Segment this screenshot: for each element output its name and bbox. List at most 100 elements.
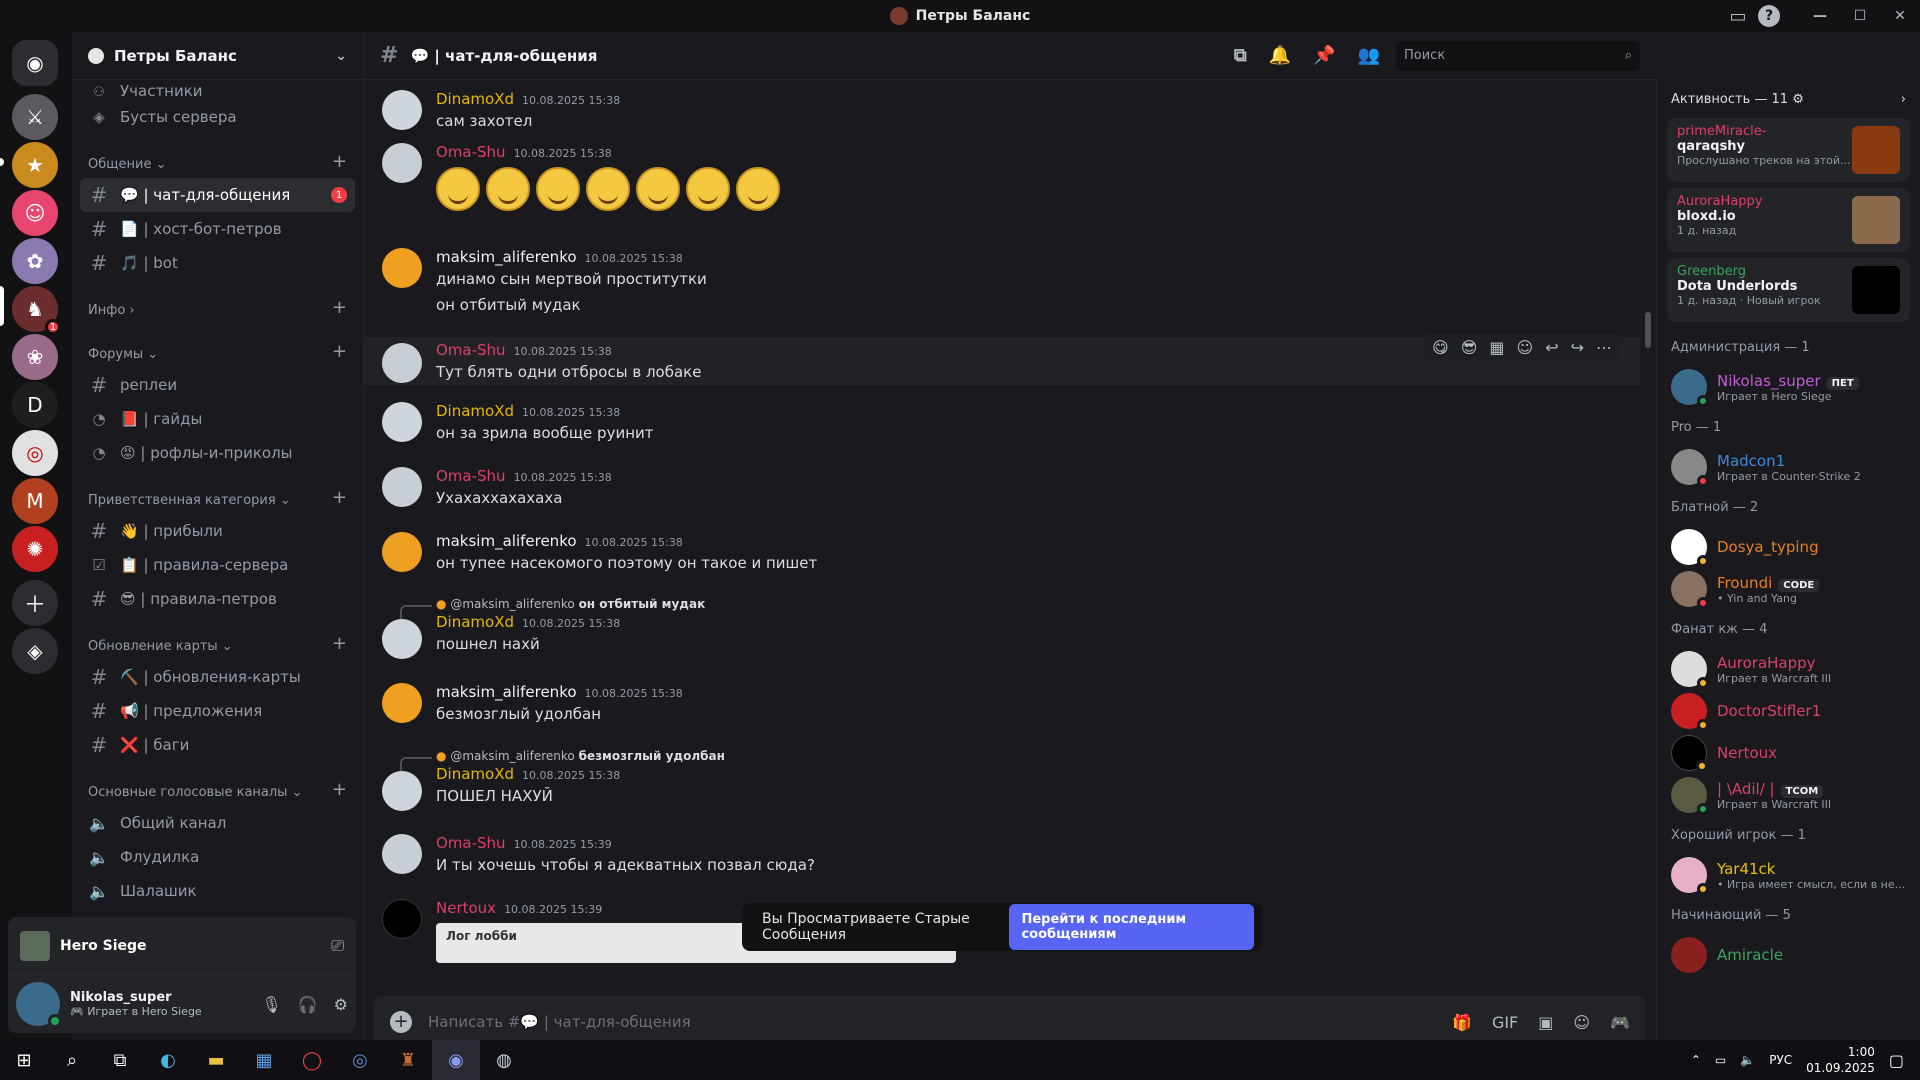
inbox-icon[interactable]: ▭	[1718, 6, 1758, 27]
avatar[interactable]	[382, 90, 422, 130]
voice-channel-general[interactable]: 🔈 Общий канал	[80, 806, 355, 840]
message-reply[interactable]: ● @maksim_aliferenko он отбитый мудак Di…	[364, 597, 1640, 659]
avatar[interactable]	[382, 619, 422, 659]
category-header[interactable]: Форумы ⌄ +	[80, 334, 355, 368]
reply-preview[interactable]: ● @maksim_aliferenko он отбитый мудак	[400, 597, 1640, 621]
steam-icon[interactable]: ◎	[336, 1040, 384, 1080]
add-channel-icon[interactable]: +	[332, 779, 347, 800]
message[interactable]: Oma-Shu 10.08.2025 15:38	[364, 143, 1640, 215]
discord-taskbar-icon[interactable]: ◉	[432, 1040, 480, 1080]
chevron-up-icon[interactable]: ⌃	[1691, 1053, 1701, 1067]
activity-card[interactable]: Greenberg Dota Underlords 1 д. назад · Н…	[1667, 258, 1910, 322]
server-header[interactable]: Петры Баланс ⌄	[72, 32, 363, 80]
channel-members[interactable]: ⚇ Участники	[80, 84, 355, 100]
message[interactable]: DinamoXd 10.08.2025 15:38 он за зрила воо…	[364, 402, 1640, 442]
member-item[interactable]: Froundi CODE • Yin and Yang	[1657, 568, 1920, 610]
forward-icon[interactable]: ↪	[1571, 338, 1584, 357]
channel-item-rules[interactable]: ☑ 📋 | правила-сервера	[80, 548, 355, 582]
app-icon[interactable]: ◍	[480, 1040, 528, 1080]
language-indicator[interactable]: РУС	[1769, 1053, 1792, 1067]
category-header[interactable]: Обновление карты ⌄ +	[80, 626, 355, 660]
more-icon[interactable]: ⋯	[1596, 338, 1612, 357]
reaction-smile-icon[interactable]: 😋	[1432, 338, 1449, 357]
avatar[interactable]	[382, 402, 422, 442]
server-icon[interactable]: ☺	[12, 190, 58, 236]
minimize-button[interactable]: —	[1800, 8, 1840, 24]
avatar[interactable]	[16, 982, 62, 1028]
activity-header[interactable]: Активность — 11 ⚙ ›	[1657, 80, 1920, 118]
channel-item-map-updates[interactable]: # ⛏️ | обновления-карты	[80, 660, 355, 694]
category-header[interactable]: Основные голосовые каналы ⌄ +	[80, 772, 355, 806]
reaction-cool-icon[interactable]: 😎	[1461, 338, 1478, 357]
chevron-right-icon[interactable]: ›	[1901, 92, 1906, 107]
add-channel-icon[interactable]: +	[332, 341, 347, 362]
category-header[interactable]: Инфо › +	[80, 290, 355, 324]
threads-icon[interactable]: ⧉	[1234, 45, 1247, 66]
edge-icon[interactable]: ◐	[144, 1040, 192, 1080]
gif-icon[interactable]: GIF	[1492, 1013, 1518, 1032]
avatar[interactable]	[382, 467, 422, 507]
channel-item-chat[interactable]: # 💬 | чат-для-общения 1	[80, 178, 355, 212]
discover-icon[interactable]: ◈	[12, 628, 58, 674]
add-channel-icon[interactable]: +	[332, 151, 347, 172]
message-hovered[interactable]: Oma-Shu 10.08.2025 15:38 Тут блять одни о…	[364, 334, 1640, 385]
avatar[interactable]	[382, 834, 422, 874]
game-app-icon[interactable]: ♜	[384, 1040, 432, 1080]
channel-item-bot[interactable]: # 🎵 | bot	[80, 246, 355, 280]
member-item[interactable]: Nertoux	[1657, 732, 1920, 774]
message[interactable]: maksim_aliferenko 10.08.2025 15:38 динамо…	[364, 248, 1640, 314]
add-server-icon[interactable]: ＋	[12, 580, 58, 626]
message[interactable]: Oma-Shu 10.08.2025 15:38 Ухахаххахахаха	[364, 467, 1640, 507]
volume-icon[interactable]: 🔈	[1740, 1053, 1755, 1067]
server-icon[interactable]: D	[12, 382, 58, 428]
channel-item-arrived[interactable]: # 👋 | прибыли	[80, 514, 355, 548]
author-name[interactable]: Oma-Shu	[436, 341, 506, 359]
reaction-sticker-icon[interactable]: ▦	[1489, 338, 1504, 357]
channel-item-petrov-rules[interactable]: # 😎 | правила-петров	[80, 582, 355, 616]
emoji-icon[interactable]: ☺	[1573, 1013, 1590, 1032]
author-name[interactable]: DinamoXd	[436, 613, 514, 631]
store-icon[interactable]: ▦	[240, 1040, 288, 1080]
server-icon-active[interactable]: ♞ 1	[12, 286, 61, 335]
microphone-icon[interactable]: 🎙	[261, 995, 281, 1014]
screen-share-icon[interactable]: ⎚	[331, 936, 344, 956]
avatar[interactable]	[382, 143, 422, 183]
settings-icon[interactable]: ⚙	[334, 995, 348, 1014]
message[interactable]: DinamoXd 10.08.2025 15:38 сам захотел	[364, 90, 1640, 130]
server-icon[interactable]: M	[12, 478, 58, 524]
reply-preview[interactable]: ● @maksim_aliferenko безмозглый удолбан	[400, 749, 1640, 773]
voice-channel-hut[interactable]: 🔈 Шалашик	[80, 874, 355, 908]
attach-plus-icon[interactable]: +	[390, 1011, 412, 1033]
scrollbar[interactable]	[1645, 312, 1651, 348]
add-channel-icon[interactable]: +	[332, 633, 347, 654]
jump-to-present-button[interactable]: Перейти к последним сообщениям	[1009, 904, 1254, 950]
member-item[interactable]: Nikolas_super ПЕТ Играет в Hero Siege	[1657, 366, 1920, 408]
avatar[interactable]	[382, 771, 422, 811]
message[interactable]: Oma-Shu 10.08.2025 15:39 И ты хочешь чтоб…	[364, 834, 1640, 874]
task-view-icon[interactable]: ⧉	[96, 1040, 144, 1080]
channel-item-host-bot[interactable]: # 📄 | хост-бот-петров	[80, 212, 355, 246]
activity-card[interactable]: AuroraHappy bloxd.io 1 д. назад	[1667, 188, 1910, 252]
message[interactable]: maksim_aliferenko 10.08.2025 15:38 безмоз…	[364, 683, 1640, 723]
add-reaction-icon[interactable]: ☺	[1517, 338, 1534, 357]
server-icon[interactable]: ❀	[12, 334, 58, 380]
clock[interactable]: 1:00 01.09.2025	[1806, 1044, 1875, 1076]
sticker-icon[interactable]: ▣	[1538, 1013, 1553, 1032]
headphones-icon[interactable]: 🎧	[298, 995, 318, 1014]
opera-icon[interactable]: ◯	[288, 1040, 336, 1080]
bell-icon[interactable]: 🔔	[1269, 45, 1291, 66]
author-name[interactable]: DinamoXd	[436, 402, 514, 420]
category-header[interactable]: Приветственная категория ⌄ +	[80, 480, 355, 514]
maximize-button[interactable]: ☐	[1840, 8, 1880, 24]
channel-item-replays[interactable]: # реплеи	[80, 368, 355, 402]
server-icon[interactable]: ◎	[12, 430, 58, 476]
member-item[interactable]: Amiracle	[1657, 934, 1920, 976]
server-icon[interactable]: ✺	[12, 526, 58, 572]
category-header[interactable]: Общение ⌄ +	[80, 144, 355, 178]
server-icon[interactable]: ★	[12, 142, 58, 188]
windows-start-icon[interactable]: ⊞	[0, 1040, 48, 1080]
gift-icon[interactable]: 🎁	[1452, 1013, 1472, 1032]
add-channel-icon[interactable]: +	[332, 297, 347, 318]
help-icon[interactable]: ?	[1758, 5, 1780, 27]
search-icon[interactable]: ⌕	[48, 1040, 96, 1080]
